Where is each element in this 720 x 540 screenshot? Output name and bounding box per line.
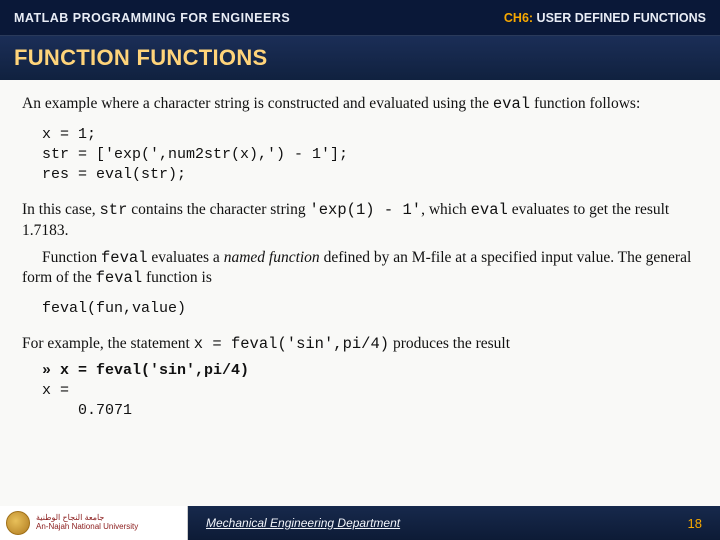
paragraph-3: Function feval evaluates a named functio…: [22, 248, 698, 290]
chapter-label: CH6: USER DEFINED FUNCTIONS: [504, 11, 706, 25]
course-title: MATLAB PROGRAMMING FOR ENGINEERS: [14, 11, 290, 25]
paragraph-4: For example, the statement x = feval('si…: [22, 334, 698, 355]
chapter-prefix: CH6:: [504, 11, 533, 25]
university-name: جامعة النجاح الوطنية An-Najah National U…: [36, 514, 138, 532]
page-number: 18: [688, 516, 702, 531]
code-block-1: x = 1; str = ['exp(',num2str(x),') - 1']…: [42, 125, 698, 186]
slide-title: FUNCTION FUNCTIONS: [14, 45, 268, 71]
top-bar: MATLAB PROGRAMMING FOR ENGINEERS CH6: US…: [0, 0, 720, 36]
university-emblem-icon: [6, 511, 30, 535]
paragraph-2: In this case, str contains the character…: [22, 200, 698, 242]
department-label: Mechanical Engineering Department: [206, 516, 400, 530]
paragraph-1: An example where a character string is c…: [22, 94, 698, 115]
result-block: » x = feval('sin',pi/4) x = 0.7071: [42, 361, 698, 422]
title-band: FUNCTION FUNCTIONS: [0, 36, 720, 80]
slide-content: An example where a character string is c…: [0, 80, 720, 421]
chapter-name: USER DEFINED FUNCTIONS: [533, 11, 706, 25]
university-logo-block: جامعة النجاح الوطنية An-Najah National U…: [0, 506, 188, 540]
footer-bar: جامعة النجاح الوطنية An-Najah National U…: [0, 506, 720, 540]
code-block-2: feval(fun,value): [42, 299, 698, 319]
